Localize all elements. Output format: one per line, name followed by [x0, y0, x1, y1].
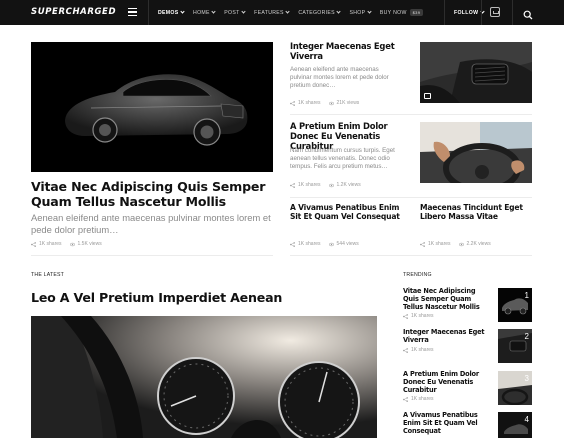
trending-thumbnail[interactable]: 2 — [498, 329, 532, 363]
share-icon — [403, 396, 408, 402]
share-count: 1K shares — [39, 241, 62, 247]
section-label-trending: TRENDING — [403, 272, 432, 278]
nav-divider — [481, 0, 482, 25]
share-icon — [290, 241, 295, 247]
featured-post-title[interactable]: Vitae Nec Adipiscing Quis Semper Quam Te… — [31, 179, 276, 210]
post-meta: 1K shares 2.2K views — [420, 241, 491, 247]
eye-icon — [69, 242, 75, 247]
trending-item-title[interactable]: Integer Maecenas Eget Viverra — [403, 328, 491, 345]
nav-item-demos[interactable]: DEMOS — [158, 9, 185, 16]
chevron-down-icon — [241, 9, 246, 14]
nav-item-label: CATEGORIES — [298, 9, 335, 16]
nav-item-label: DEMOS — [158, 9, 179, 16]
site-logo[interactable]: SUPERCHARGED — [31, 7, 116, 17]
trending-rank: 1 — [524, 291, 529, 300]
share-icon — [31, 241, 36, 247]
top-navigation-bar: SUPERCHARGED DEMOS HOME POST FEATURES CA… — [0, 0, 564, 25]
trending-item-meta: 1K shares — [403, 313, 434, 319]
share-count: 1K shares — [298, 182, 321, 188]
share-count: 1K shares — [411, 396, 434, 402]
nav-item-home[interactable]: HOME — [193, 9, 216, 16]
view-count: 1.2K views — [336, 182, 361, 188]
share-icon — [403, 313, 408, 319]
share-count: 1K shares — [411, 347, 434, 353]
chevron-down-icon — [336, 9, 342, 14]
gallery-icon — [424, 93, 431, 99]
featured-post-excerpt: Aenean eleifend ante maecenas pulvinar m… — [31, 212, 271, 236]
nav-item-shop[interactable]: SHOP — [349, 9, 372, 16]
side-post-image[interactable] — [420, 122, 532, 183]
chevron-down-icon — [367, 9, 372, 14]
share-icon — [403, 347, 408, 353]
trending-rank: 4 — [524, 415, 529, 424]
chevron-down-icon — [211, 9, 216, 14]
divider — [290, 197, 532, 198]
trending-item-title[interactable]: A Vivamus Penatibus Enim Sit Et Quam Vel… — [403, 411, 495, 436]
post-title[interactable]: A Vivamus Penatibus Enim Sit Et Quam Vel… — [290, 203, 408, 222]
divider — [290, 255, 532, 256]
view-count: 544 views — [336, 241, 359, 247]
price-badge: $39 — [409, 9, 424, 16]
divider — [31, 255, 273, 256]
latest-post-title[interactable]: Leo A Vel Pretium Imperdiet Aenean — [31, 290, 381, 306]
nav-item-label: SHOP — [349, 9, 366, 16]
follow-label: FOLLOW — [454, 9, 479, 16]
share-count: 1K shares — [411, 313, 434, 319]
search-icon[interactable] — [523, 7, 533, 20]
view-count: 2.2K views — [466, 241, 491, 247]
view-count: 1.5K views — [77, 241, 102, 247]
side-post-excerpt: Nam condimentum cursus turpis. Eget aene… — [290, 147, 395, 171]
trending-thumbnail[interactable]: 4 — [498, 412, 532, 438]
eye-icon — [328, 183, 334, 188]
side-post-meta: 1K shares 1.2K views — [290, 182, 361, 188]
nav-item-post[interactable]: POST — [224, 9, 246, 16]
section-label-latest: THE LATEST — [31, 272, 65, 278]
featured-post-meta: 1K shares 1.5K views — [31, 241, 102, 247]
subscribe-icon[interactable] — [490, 7, 500, 17]
eye-icon — [328, 242, 334, 247]
nav-item-label: FEATURES — [254, 9, 284, 16]
main-nav: DEMOS HOME POST FEATURES CATEGORIES SHOP… — [158, 0, 432, 25]
trending-item-title[interactable]: A Pretium Enim Dolor Donec Eu Venenatis … — [403, 370, 495, 395]
nav-item-features[interactable]: FEATURES — [254, 9, 290, 16]
side-post-image[interactable] — [420, 42, 532, 103]
trending-rank: 2 — [524, 332, 529, 341]
chevron-down-icon — [180, 9, 185, 14]
side-post-excerpt: Aenean eleifend ante maecenas pulvinar m… — [290, 66, 389, 90]
view-count: 21K views — [336, 100, 360, 106]
chevron-down-icon — [285, 9, 290, 14]
menu-icon[interactable] — [128, 8, 137, 16]
trending-rank: 3 — [524, 374, 529, 383]
share-icon — [290, 182, 295, 188]
share-count: 1K shares — [298, 100, 321, 106]
post-title[interactable]: Maecenas Tincidunt Eget Libero Massa Vit… — [420, 203, 534, 222]
follow-button[interactable]: FOLLOW — [454, 0, 485, 25]
nav-item-label: POST — [224, 9, 240, 16]
eye-icon — [458, 242, 464, 247]
latest-post-image[interactable] — [31, 316, 377, 438]
nav-divider — [148, 0, 149, 25]
side-post-title[interactable]: Integer Maecenas Eget Viverra — [290, 41, 405, 62]
featured-post-image[interactable] — [31, 42, 273, 172]
nav-item-categories[interactable]: CATEGORIES — [298, 9, 342, 16]
nav-divider — [512, 0, 513, 25]
share-icon — [290, 100, 295, 106]
nav-item-label: BUY NOW — [379, 9, 407, 16]
share-count: 1K shares — [298, 241, 321, 247]
side-post-meta: 1K shares 21K views — [290, 100, 359, 106]
trending-thumbnail[interactable]: 3 — [498, 371, 532, 405]
share-icon — [420, 241, 425, 247]
nav-item-label: HOME — [193, 9, 210, 16]
nav-divider — [444, 0, 445, 25]
divider — [290, 114, 532, 115]
trending-item-title[interactable]: Vitae Nec Adipiscing Quis Semper Quam Te… — [403, 287, 491, 312]
trending-item-meta: 1K shares — [403, 347, 434, 353]
post-meta: 1K shares 544 views — [290, 241, 359, 247]
trending-item-meta: 1K shares — [403, 396, 434, 402]
share-count: 1K shares — [428, 241, 451, 247]
trending-thumbnail[interactable]: 1 — [498, 288, 532, 322]
nav-item-buy-now[interactable]: BUY NOW $39 — [379, 9, 424, 16]
eye-icon — [328, 101, 334, 106]
